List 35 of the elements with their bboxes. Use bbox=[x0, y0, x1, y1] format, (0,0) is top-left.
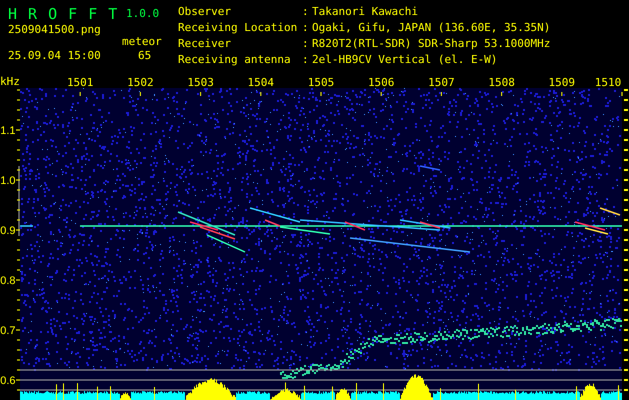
app-version: 1.0.0 bbox=[125, 8, 160, 20]
file-name: 2509041500.png bbox=[8, 24, 102, 36]
app-title: H R O F F T bbox=[8, 8, 116, 20]
y-tick-label: 1.0 bbox=[0, 175, 16, 187]
separator: : bbox=[302, 54, 310, 68]
event-count: 65 bbox=[137, 50, 152, 62]
timestamp: 25.09.04 15:00 bbox=[8, 50, 102, 62]
station-value: R820T2(RTL-SDR) SDR-Sharp 53.1000MHz bbox=[312, 38, 550, 52]
y-tick-label: 0.6 bbox=[0, 375, 16, 387]
y-tick-label: 0.7 bbox=[0, 325, 16, 337]
x-tick-label: 1509 bbox=[548, 76, 576, 89]
y-tick-label: 0.8 bbox=[0, 275, 16, 287]
y-tick-label: 0.9 bbox=[0, 225, 16, 237]
x-tick-label: 1503 bbox=[187, 76, 214, 89]
separator: : bbox=[302, 38, 310, 52]
category-label: meteor bbox=[121, 36, 163, 48]
x-tick-label: 1504 bbox=[248, 76, 274, 89]
x-tick-label: 1505 bbox=[308, 76, 334, 89]
x-tick-label: 1501 bbox=[66, 76, 94, 89]
x-tick-label: 1508 bbox=[488, 76, 515, 89]
station-label: Observer bbox=[178, 6, 232, 20]
station-label: Receiver bbox=[178, 38, 232, 52]
station-value: Takanori Kawachi bbox=[312, 6, 419, 20]
station-label: Receiving antenna bbox=[178, 54, 292, 68]
x-tick-label: 1510 bbox=[594, 76, 622, 89]
station-value: 2el-HB9CV Vertical (el. E-W) bbox=[312, 54, 498, 68]
separator: : bbox=[302, 6, 310, 20]
y-tick-label: 1.1 bbox=[0, 125, 16, 137]
station-label: Receiving Location bbox=[178, 22, 298, 36]
separator: : bbox=[302, 22, 310, 36]
x-tick-label: 1506 bbox=[368, 76, 394, 89]
x-tick-label: 1507 bbox=[428, 76, 455, 89]
axis-unit: kHz bbox=[0, 75, 20, 88]
station-value: Ogaki, Gifu, JAPAN (136.60E, 35.35N) bbox=[312, 22, 550, 36]
x-tick-label: 1502 bbox=[127, 76, 154, 89]
